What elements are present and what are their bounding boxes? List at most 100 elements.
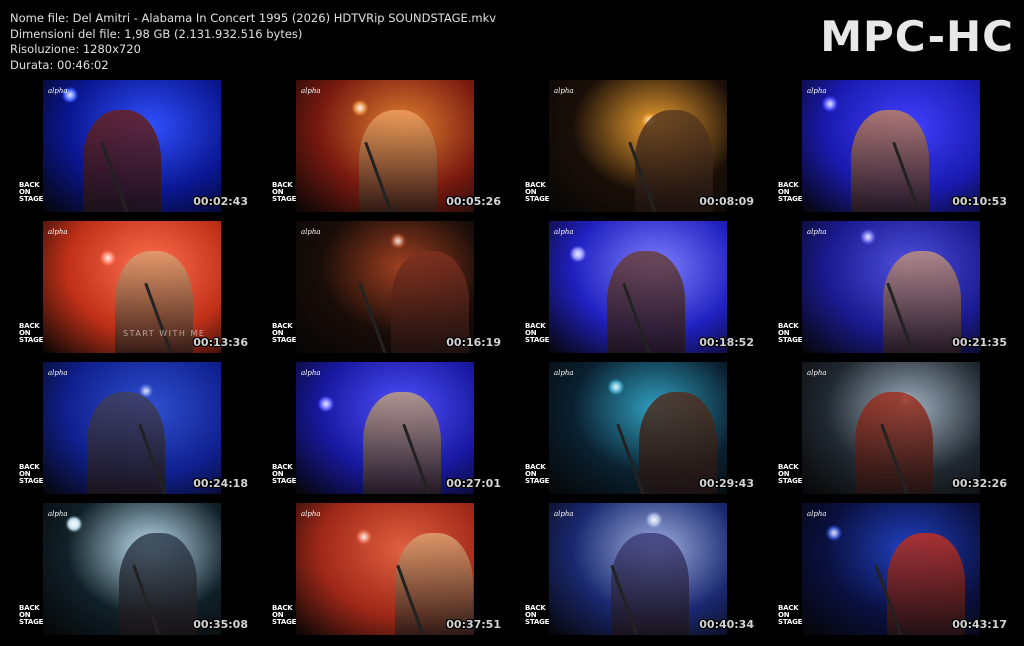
thumbnail[interactable]: START WITH ME alpha BACK ON STAGE 00:13:36 [10,221,253,353]
video-frame [43,362,221,494]
video-frame [549,221,727,353]
video-frame [549,80,727,212]
timestamp: 00:32:26 [952,477,1007,490]
timestamp: 00:16:19 [446,336,501,349]
thumbnail[interactable]: alpha BACK ON STAGE 00:24:18 [10,362,253,494]
stage-light [101,251,115,265]
timestamp: 00:24:18 [193,477,248,490]
show-logo: BACK ON STAGE [19,464,43,485]
video-frame [43,503,221,635]
thumbnail[interactable]: alpha BACK ON STAGE 00:21:35 [769,221,1012,353]
stage-light [319,397,333,411]
show-logo: BACK ON STAGE [525,464,549,485]
timestamp: 00:10:53 [952,195,1007,208]
channel-logo: alpha [48,369,68,377]
show-logo-line: STAGE [19,477,44,485]
video-frame [549,503,727,635]
show-logo: BACK ON STAGE [19,182,43,203]
resolution-line: Risoluzione: 1280x720 [10,42,141,56]
thumbnail[interactable]: alpha BACK ON STAGE 00:37:51 [263,503,506,635]
thumbnail-grid: alpha BACK ON STAGE 00:02:43 alpha BACK ON STAGE… [10,80,1014,635]
video-frame [802,503,980,635]
video-frame [802,80,980,212]
channel-logo: alpha [554,510,574,518]
stage-light [823,97,837,111]
stage-light [357,530,371,544]
mpc-hc-logo: MPC-HC [820,12,1014,61]
show-logo: BACK ON STAGE [778,323,802,344]
performer-figure [363,392,441,494]
show-logo-line: STAGE [19,195,44,203]
channel-logo: alpha [48,228,68,236]
channel-logo: alpha [554,228,574,236]
timestamp: 00:05:26 [446,195,501,208]
stage-light [67,517,81,531]
channel-logo: alpha [48,87,68,95]
thumbnail[interactable]: alpha BACK ON STAGE 00:08:09 [516,80,759,212]
show-logo-line: STAGE [778,477,803,485]
video-frame [43,80,221,212]
show-logo: BACK ON STAGE [272,323,296,344]
thumbnail[interactable]: alpha BACK ON STAGE 00:40:34 [516,503,759,635]
show-logo: BACK ON STAGE [778,605,802,626]
show-logo-line: STAGE [778,195,803,203]
performer-figure [855,392,933,494]
file-name-line: Nome file: Del Amitri - Alabama In Conce… [10,11,497,25]
video-frame [296,503,474,635]
show-logo: BACK ON STAGE [19,323,43,344]
timestamp: 00:08:09 [699,195,754,208]
channel-logo: alpha [301,510,321,518]
thumbnail[interactable]: alpha BACK ON STAGE 00:35:08 [10,503,253,635]
timestamp: 00:29:43 [699,477,754,490]
channel-logo: alpha [301,228,321,236]
thumbnail[interactable]: alpha BACK ON STAGE 00:10:53 [769,80,1012,212]
thumbnail[interactable]: alpha BACK ON STAGE 00:18:52 [516,221,759,353]
show-logo-line: STAGE [19,336,44,344]
timestamp: 00:13:36 [193,336,248,349]
stage-light [609,380,623,394]
thumbnail[interactable]: alpha BACK ON STAGE 00:27:01 [263,362,506,494]
show-logo-line: STAGE [272,195,297,203]
timestamp: 00:18:52 [699,336,754,349]
video-frame [296,221,474,353]
stage-light [647,513,661,527]
thumbnail[interactable]: alpha BACK ON STAGE 00:05:26 [263,80,506,212]
timestamp: 00:40:34 [699,618,754,631]
thumbnail[interactable]: alpha BACK ON STAGE 00:43:17 [769,503,1012,635]
timestamp: 00:27:01 [446,477,501,490]
show-logo: BACK ON STAGE [272,182,296,203]
show-logo: BACK ON STAGE [272,464,296,485]
show-logo: BACK ON STAGE [778,464,802,485]
channel-logo: alpha [301,87,321,95]
video-frame [296,80,474,212]
stage-light [571,247,585,261]
performer-figure [87,392,165,494]
show-logo-line: STAGE [525,336,550,344]
performer-figure [119,533,197,635]
show-logo-line: STAGE [19,618,44,626]
show-logo-line: STAGE [272,618,297,626]
video-frame [802,221,980,353]
timestamp: 00:02:43 [193,195,248,208]
video-frame [296,362,474,494]
stage-light [391,234,405,248]
file-size-line: Dimensioni del file: 1,98 GB (2.131.932.… [10,26,303,41]
stage-light [353,101,367,115]
show-logo: BACK ON STAGE [19,605,43,626]
show-logo-line: STAGE [778,618,803,626]
show-logo: BACK ON STAGE [272,605,296,626]
show-logo-line: STAGE [525,195,550,203]
channel-logo: alpha [807,87,827,95]
show-logo: BACK ON STAGE [525,323,549,344]
performer-figure [611,533,689,635]
file-info-panel: Nome file: Del Amitri - Alabama In Conce… [10,11,496,73]
thumbnail[interactable]: alpha BACK ON STAGE 00:02:43 [10,80,253,212]
timestamp: 00:37:51 [446,618,501,631]
channel-logo: alpha [807,369,827,377]
channel-logo: alpha [301,369,321,377]
thumbnail[interactable]: alpha BACK ON STAGE 00:32:26 [769,362,1012,494]
thumbnail[interactable]: alpha BACK ON STAGE 00:29:43 [516,362,759,494]
show-logo-line: STAGE [272,336,297,344]
thumbnail[interactable]: alpha BACK ON STAGE 00:16:19 [263,221,506,353]
performer-figure [851,110,929,212]
